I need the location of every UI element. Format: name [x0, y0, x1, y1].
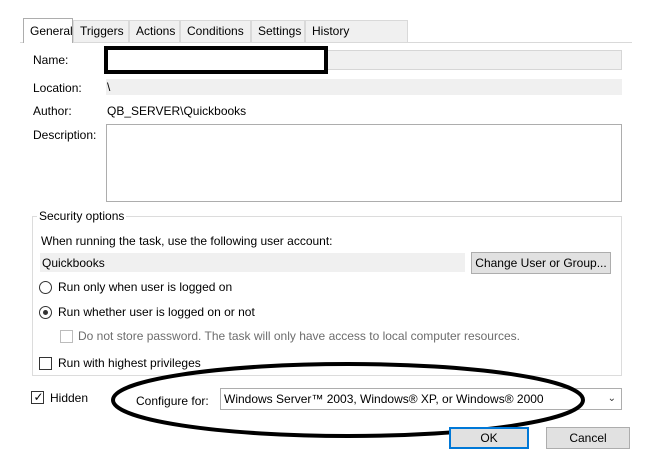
author-value: QB_SERVER\Quickbooks [107, 104, 247, 118]
location-field: \ [106, 79, 622, 95]
checkmark-icon: ✓ [33, 390, 44, 404]
author-label: Author: [33, 104, 72, 118]
tab-history[interactable]: History (disabled) [305, 20, 408, 59]
no-store-password-checkbox[interactable] [60, 330, 73, 343]
highest-privileges-label[interactable]: Run with highest privileges [58, 355, 201, 371]
security-options-label: Security options [37, 208, 127, 224]
configure-for-select[interactable]: Windows Server™ 2003, Windows® XP, or Wi… [220, 388, 622, 410]
hidden-label[interactable]: Hidden [50, 390, 88, 406]
description-label: Description: [33, 128, 97, 142]
ok-button[interactable]: OK [449, 427, 529, 449]
run-whether-logged-on-radio[interactable] [39, 306, 52, 319]
location-value: \ [107, 80, 111, 94]
run-only-logged-on-radio[interactable] [39, 281, 52, 294]
tab-actions[interactable]: Actions [129, 20, 180, 42]
radio-selected-dot [43, 310, 48, 315]
chevron-down-icon[interactable]: ⌄ [608, 389, 616, 409]
change-user-button[interactable]: Change User or Group... [471, 252, 611, 274]
redaction-box [104, 46, 328, 74]
tab-settings[interactable]: Settings [251, 20, 305, 42]
configure-for-label: Configure for: [136, 394, 209, 408]
run-only-logged-on-label[interactable]: Run only when user is logged on [58, 279, 232, 295]
tab-general[interactable]: General [23, 18, 73, 43]
tab-triggers[interactable]: Triggers [73, 20, 129, 42]
location-label: Location: [33, 81, 82, 95]
run-whether-logged-on-label[interactable]: Run whether user is logged on or not [58, 304, 255, 320]
cancel-button[interactable]: Cancel [546, 427, 630, 449]
user-account-field: Quickbooks [40, 253, 465, 272]
no-store-password-label: Do not store password. The task will onl… [78, 329, 520, 343]
hidden-checkbox[interactable]: ✓ [31, 390, 44, 404]
name-label: Name: [33, 53, 69, 67]
account-prompt: When running the task, use the following… [41, 234, 333, 248]
highest-privileges-checkbox[interactable] [39, 357, 52, 370]
tab-conditions[interactable]: Conditions [180, 20, 251, 42]
description-textarea[interactable] [106, 124, 622, 202]
user-account-value: Quickbooks [42, 256, 105, 270]
configure-for-value: Windows Server™ 2003, Windows® XP, or Wi… [224, 392, 544, 406]
